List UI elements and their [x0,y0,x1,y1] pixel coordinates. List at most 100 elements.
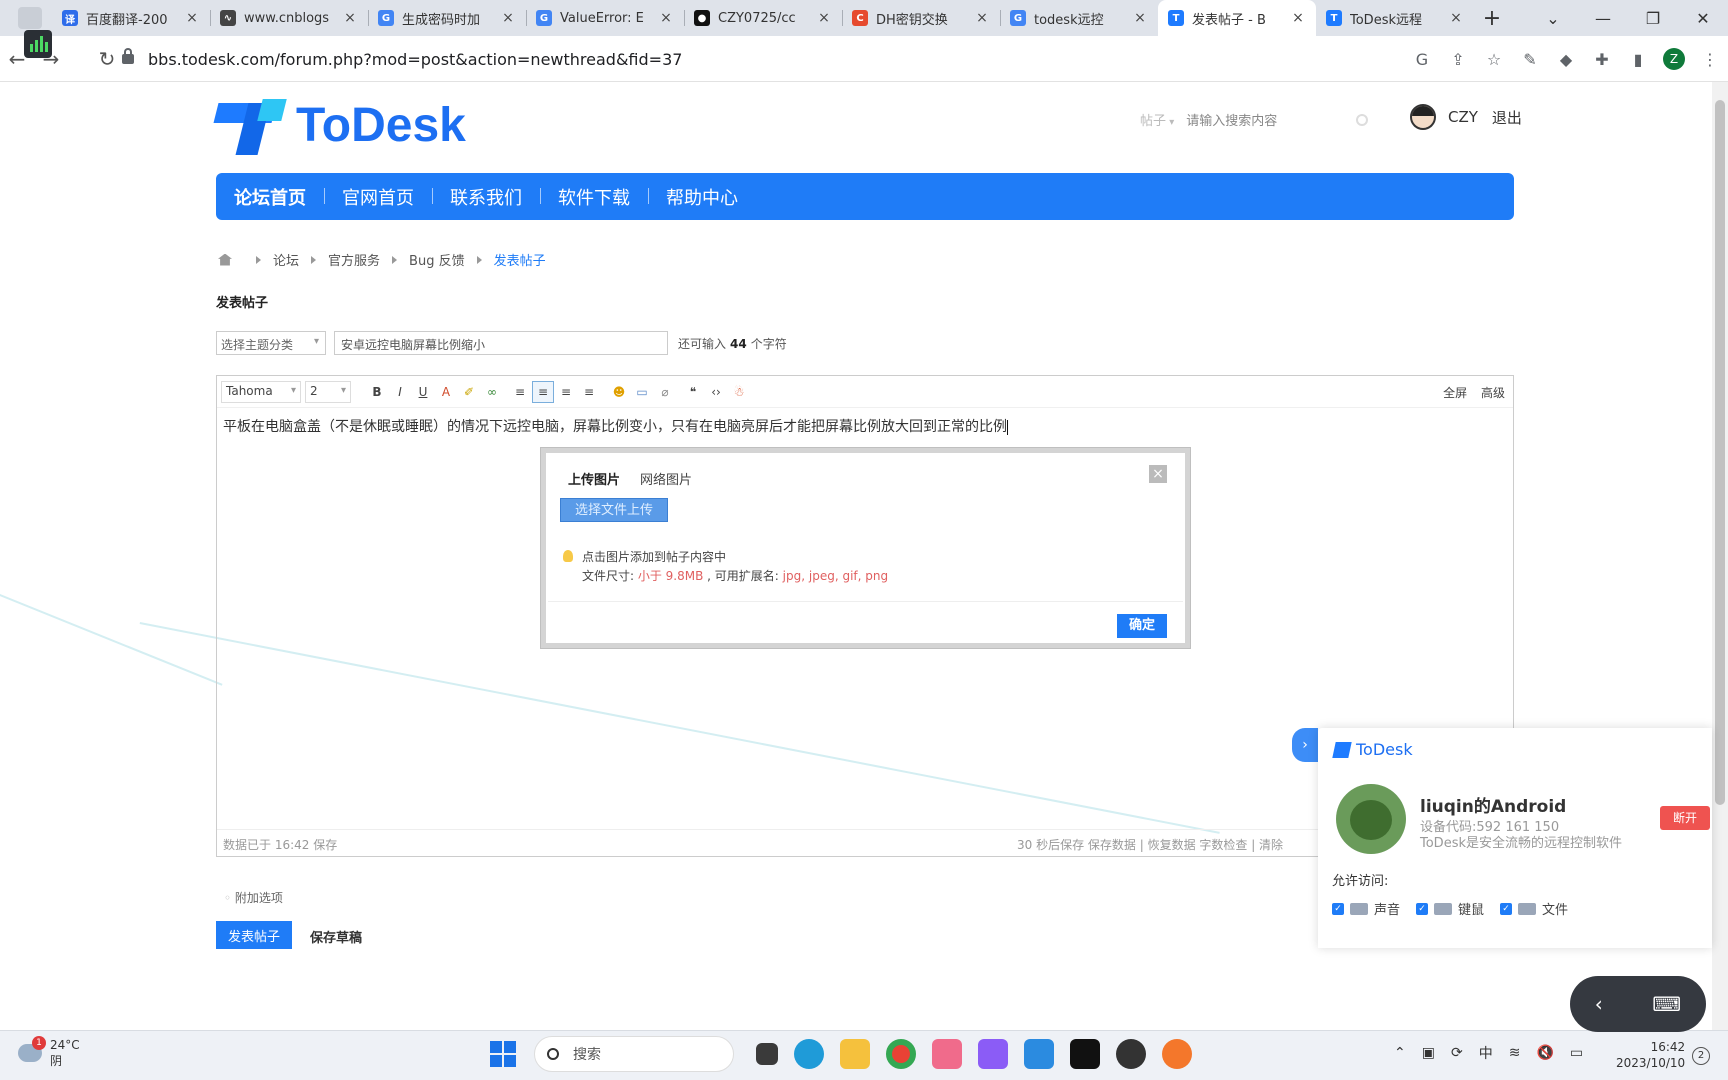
user-avatar[interactable] [1410,104,1436,130]
weather-widget[interactable]: 1 24°C 阴 [18,1036,80,1069]
font-color-icon[interactable]: A [435,381,457,403]
align-center-icon[interactable]: ≡ [555,381,577,403]
browser-tab[interactable]: ∿ www.cnblogs × [210,0,368,36]
bold-icon[interactable]: B [366,381,388,403]
emoji-icon[interactable]: ☻ [608,381,630,403]
browser-tab[interactable]: C DH密钥交换 × [842,0,1000,36]
system-clock[interactable]: 16:42 2023/10/10 [1616,1039,1685,1071]
link-icon[interactable]: ∞ [481,381,503,403]
chrome-icon[interactable] [886,1039,916,1069]
minimize-icon[interactable]: — [1578,9,1628,28]
browser-tab[interactable]: T ToDesk远程 × [1316,0,1474,36]
disconnect-button[interactable]: 断开 [1660,806,1710,830]
task-view-icon[interactable] [756,1043,778,1065]
tab-search-icon[interactable]: ⌄ [1528,9,1578,28]
chevron-left-icon[interactable]: ‹ [1595,992,1603,1016]
edge-icon[interactable] [794,1039,824,1069]
checkbox-icon[interactable]: ✓ [1332,902,1344,915]
search-input[interactable]: 请输入搜索内容 [1186,110,1346,129]
background-color-icon[interactable]: ✐ [458,381,480,403]
vscode-icon[interactable] [1024,1039,1054,1069]
browser-tab[interactable]: T 发表帖子 - B × [1158,0,1316,36]
menu-dots-icon[interactable]: ⋮ [1692,50,1728,69]
permission-files[interactable]: ✓ 文件 [1500,899,1568,918]
profile-avatar[interactable]: Z [1663,48,1685,70]
image-icon[interactable]: ▭ [631,381,653,403]
breadcrumb-bug-feedback[interactable]: Bug 反馈 [409,250,465,269]
firefox-icon[interactable] [1162,1039,1192,1069]
extension-pen-icon[interactable]: ✎ [1512,50,1548,69]
tab-close-icon[interactable]: × [1132,10,1148,26]
share-icon[interactable]: ⇪ [1440,50,1476,69]
tab-close-icon[interactable]: × [184,10,200,26]
search-icon[interactable] [1356,113,1369,126]
taskbar-search[interactable]: 搜索 [534,1036,734,1072]
bookmark-star-icon[interactable]: ☆ [1476,50,1512,69]
subject-input[interactable]: 安卓远控电脑屏幕比例缩小 [334,331,668,355]
extensions-puzzle-icon[interactable]: ✚ [1584,50,1620,69]
font-family-select[interactable]: Tahoma [221,380,301,403]
wifi-icon[interactable]: ≋ [1509,1045,1521,1061]
restore-icon[interactable]: ❐ [1628,9,1678,28]
choose-file-button[interactable]: 选择文件上传 [560,498,668,522]
nav-contact-us[interactable]: 联系我们 [432,184,540,210]
tab-close-icon[interactable]: × [658,10,674,26]
category-select[interactable]: 选择主题分类 [216,331,326,355]
page-scrollbar[interactable] [1712,82,1728,1030]
save-draft-button[interactable]: 保存草稿 [310,927,362,946]
close-icon[interactable]: × [1149,465,1167,483]
qq-icon[interactable]: ☃ [728,381,750,403]
quote-icon[interactable]: ❝ [682,381,704,403]
font-size-select[interactable]: 2 [305,380,351,403]
confirm-button[interactable]: 确定 [1117,614,1167,638]
google-translate-icon[interactable]: G [1404,50,1440,69]
tab-upload-image[interactable]: 上传图片 [568,469,620,488]
attach-options-toggle[interactable]: 附加选项 [224,889,283,906]
italic-icon[interactable]: I [389,381,411,403]
tab-close-icon[interactable]: × [816,10,832,26]
address-bar[interactable]: bbs.todesk.com/forum.php?mod=post&action… [122,42,1382,76]
align-left-icon[interactable]: ≡ [509,381,531,403]
bilibili-icon[interactable] [932,1039,962,1069]
nav-download[interactable]: 软件下载 [540,184,648,210]
nav-help-center[interactable]: 帮助中心 [648,184,756,210]
fullscreen-link[interactable]: 全屏 [1443,386,1467,400]
notification-center-icon[interactable]: 2 [1692,1047,1710,1065]
browser-tab[interactable]: G 生成密码时加 × [368,0,526,36]
browser-tab[interactable]: ● CZY0725/cc × [684,0,842,36]
file-explorer-icon[interactable] [840,1039,870,1069]
browser-tab[interactable]: G ValueError: E × [526,0,684,36]
todesk-logo[interactable]: ToDesk [213,97,466,155]
nav-forum-home[interactable]: 论坛首页 [234,184,324,210]
username-link[interactable]: CZY [1448,108,1478,126]
browser-tab[interactable]: Gtodesk远控 × [1000,0,1158,36]
visual-studio-icon[interactable] [978,1039,1008,1069]
new-tab-button[interactable]: + [1474,6,1510,31]
nav-official-site[interactable]: 官网首页 [324,184,432,210]
breadcrumb-forum[interactable]: 论坛 [273,250,299,269]
search-type-select[interactable]: 帖子 [1140,110,1174,129]
close-window-icon[interactable]: ✕ [1678,9,1728,28]
permission-sound[interactable]: ✓ 声音 [1332,899,1400,918]
todesk-collapse-button[interactable]: › [1292,728,1318,762]
align-justify-icon[interactable]: ≡ [532,380,554,403]
align-right-icon[interactable]: ≡ [578,381,600,403]
app-icon[interactable] [1116,1039,1146,1069]
tab-close-icon[interactable]: × [500,10,516,26]
permission-keyboard-mouse[interactable]: ✓ 键鼠 [1416,899,1484,918]
editor-content[interactable]: 平板在电脑盒盖（不是休眠或睡眠）的情况下远控电脑，屏幕比例变小，只有在电脑亮屏后… [217,408,1513,444]
ime-indicator[interactable]: 中 [1479,1043,1493,1063]
speaker-muted-icon[interactable]: 🔇 [1536,1045,1553,1061]
tab-close-icon[interactable]: × [1448,10,1464,26]
remote-keyboard-toggle[interactable]: ‹ ⌨ [1570,976,1706,1032]
battery-icon[interactable]: ▭ [1570,1045,1583,1061]
extension-badge-icon[interactable]: ◆ [1548,50,1584,69]
scrollbar-thumb[interactable] [1715,100,1725,805]
windows-start-icon[interactable] [490,1041,516,1067]
tab-web-image[interactable]: 网络图片 [640,469,692,488]
tray-app-icon[interactable]: ▣ [1422,1045,1435,1061]
editor-status-actions[interactable]: 30 秒后保存 保存数据 | 恢复数据 字数检查 | 清除 [1017,836,1283,853]
pycharm-icon[interactable] [1070,1039,1100,1069]
lock-icon[interactable] [122,48,134,64]
chart-overlay-icon[interactable] [24,30,52,58]
